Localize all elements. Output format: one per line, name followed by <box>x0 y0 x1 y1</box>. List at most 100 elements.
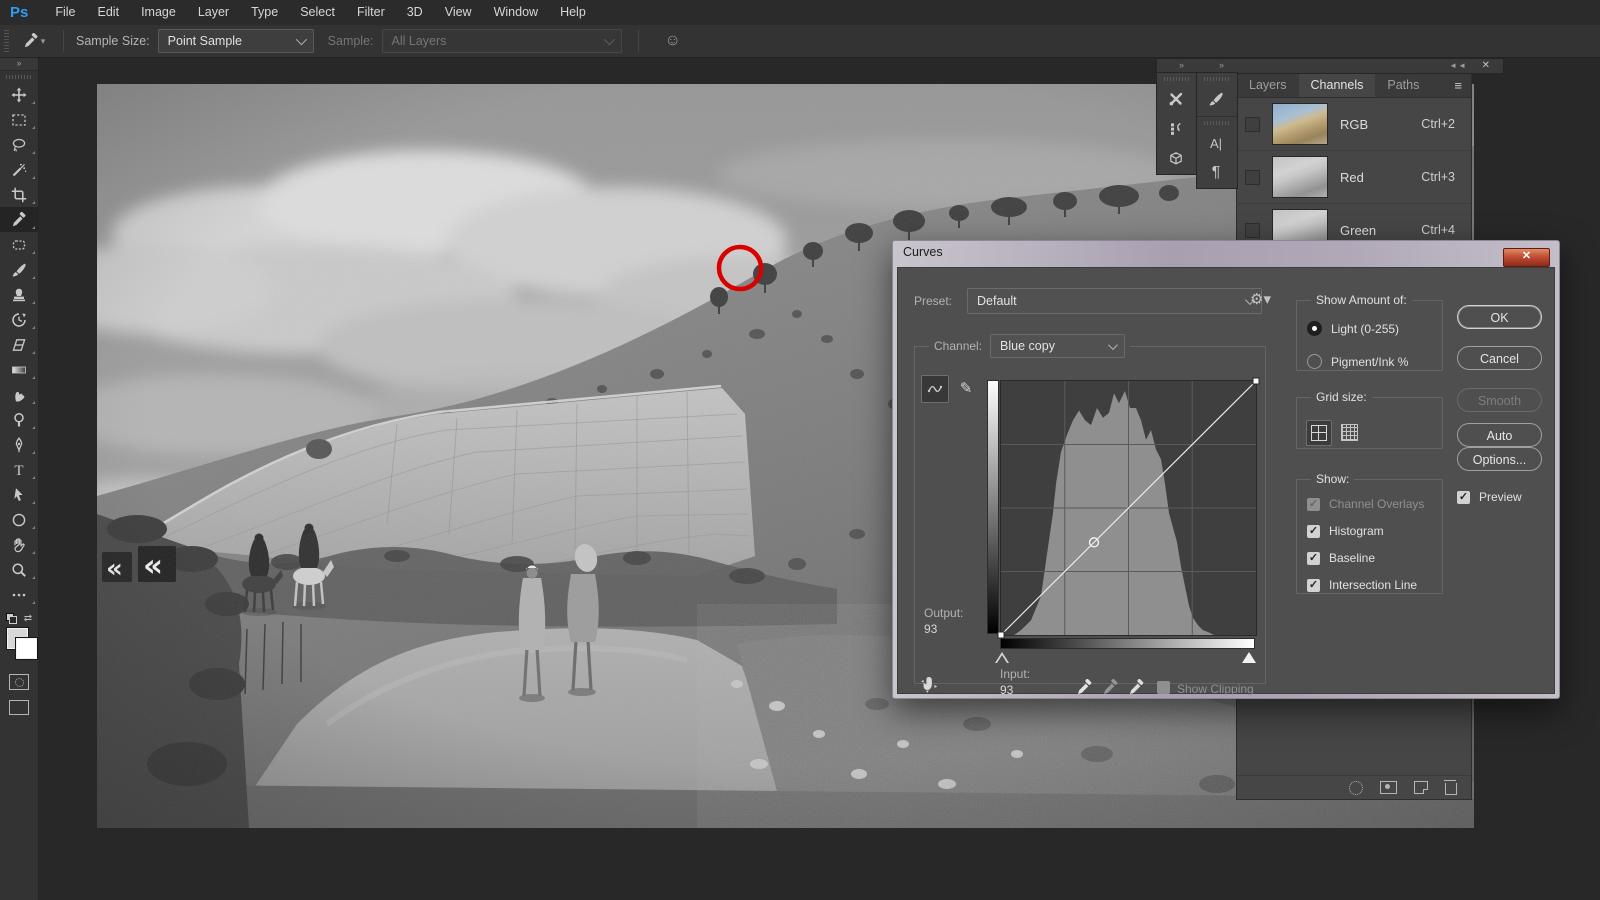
magic-wand-tool[interactable] <box>0 157 38 182</box>
tab-layers[interactable]: Layers <box>1237 73 1299 97</box>
channel-visibility-box[interactable] <box>1245 117 1260 132</box>
load-channel-as-selection-icon[interactable] <box>1349 781 1363 795</box>
channel-visibility-box[interactable] <box>1245 170 1260 185</box>
white-point-eyedropper-icon[interactable] <box>1128 679 1145 696</box>
collapse-panels-button[interactable]: ◄◄ <box>1449 59 1467 72</box>
sample-size-dropdown[interactable]: Point Sample <box>158 29 314 53</box>
smooth-button[interactable]: Smooth <box>1457 388 1542 412</box>
screen-mode-button[interactable] <box>9 700 29 715</box>
channel-row[interactable]: RGB Ctrl+2 <box>1237 98 1471 151</box>
preset-dropdown[interactable]: Default <box>967 288 1262 314</box>
detailed-grid-button[interactable] <box>1340 423 1358 441</box>
output-value: 93 <box>924 622 937 636</box>
menu-edit[interactable]: Edit <box>87 0 131 25</box>
more-tools[interactable] <box>0 582 38 607</box>
options-button[interactable]: Options... <box>1457 447 1542 471</box>
tab-paths[interactable]: Paths <box>1375 73 1431 97</box>
ok-button[interactable]: OK <box>1457 305 1542 329</box>
toolbar-expand-button[interactable]: » <box>0 57 38 71</box>
dock2-expand-button[interactable]: » <box>1219 59 1225 72</box>
checkbox-histogram[interactable] <box>1307 525 1320 538</box>
dodge-tool[interactable] <box>0 407 38 432</box>
create-new-channel-icon[interactable] <box>1414 781 1428 794</box>
actions-panel-icon[interactable] <box>1157 114 1195 144</box>
crop-tool[interactable] <box>0 182 38 207</box>
checkbox-intersection-line[interactable] <box>1307 579 1320 592</box>
dialog-close-button[interactable]: ✕ <box>1503 248 1550 267</box>
tool-presets-panel-icon[interactable] <box>1157 84 1195 114</box>
channel-row[interactable]: Red Ctrl+3 <box>1237 151 1471 204</box>
brush-tool[interactable] <box>0 257 38 282</box>
history-brush-tool[interactable] <box>0 307 38 332</box>
cancel-button[interactable]: Cancel <box>1457 346 1542 370</box>
targeted-adjustment-icon[interactable] <box>920 674 939 693</box>
paragraph-panel-icon[interactable]: ¶ <box>1197 158 1235 188</box>
radio-pigment-ink[interactable] <box>1307 354 1322 369</box>
gray-point-eyedropper-icon[interactable] <box>1102 679 1119 696</box>
menu-select[interactable]: Select <box>289 0 346 25</box>
panel-menu-icon[interactable]: ≡ <box>1454 78 1461 93</box>
dialog-buttons: OK Cancel Smooth AutoOptions... <box>1457 294 1542 471</box>
default-colors-icon[interactable] <box>6 613 16 623</box>
3d-panel-icon[interactable] <box>1157 144 1195 174</box>
pen-tool[interactable] <box>0 432 38 457</box>
menu-image[interactable]: Image <box>130 0 187 25</box>
background-color-swatch[interactable] <box>16 638 37 659</box>
checkbox-baseline[interactable] <box>1307 552 1320 565</box>
channel-dropdown[interactable]: Blue copy <box>990 334 1125 358</box>
close-panel-button[interactable]: ✕ <box>1482 59 1491 72</box>
save-selection-as-channel-icon[interactable] <box>1380 781 1397 794</box>
clone-stamp-tool[interactable] <box>0 282 38 307</box>
rectangular-marquee-tool[interactable] <box>0 107 38 132</box>
channel-shortcut: Ctrl+2 <box>1421 117 1455 131</box>
eyedropper-tool[interactable] <box>0 207 38 232</box>
ellipse-tool[interactable] <box>0 507 38 532</box>
quick-mask-button[interactable] <box>9 674 29 690</box>
menu-file[interactable]: File <box>44 0 86 25</box>
menu-view[interactable]: View <box>434 0 483 25</box>
eraser-tool[interactable] <box>0 332 38 357</box>
icon-dock-1 <box>1156 72 1198 175</box>
gradient-tool[interactable] <box>0 357 38 382</box>
black-point-eyedropper-icon[interactable] <box>1076 679 1093 696</box>
active-tool-button[interactable]: ▾ <box>17 28 51 54</box>
character-panel-icon[interactable]: A| <box>1197 128 1235 158</box>
hand-tool[interactable] <box>0 532 38 557</box>
swap-colors-icon[interactable]: ⇄ <box>24 613 32 624</box>
black-point-slider[interactable] <box>995 652 1009 663</box>
curve-grid[interactable] <box>1000 380 1257 636</box>
menu-layer[interactable]: Layer <box>187 0 240 25</box>
path-selection-tool[interactable] <box>0 482 38 507</box>
healing-brush-tool[interactable] <box>0 232 38 257</box>
menu-window[interactable]: Window <box>483 0 549 25</box>
menu-filter[interactable]: Filter <box>346 0 396 25</box>
auto-button[interactable]: Auto <box>1457 423 1542 447</box>
checkbox-channel-overlays[interactable] <box>1307 498 1320 511</box>
smudge-tool[interactable] <box>0 382 38 407</box>
zoom-tool[interactable] <box>0 557 38 582</box>
menu-3d[interactable]: 3D <box>396 0 434 25</box>
draw-curve-pencil-button[interactable]: ✎ <box>953 375 979 401</box>
simple-grid-button[interactable] <box>1306 420 1332 446</box>
menu-help[interactable]: Help <box>549 0 597 25</box>
lasso-tool[interactable] <box>0 132 38 157</box>
tool-options-bar: ▾ Sample Size: Point Sample Sample: All … <box>0 25 1600 58</box>
move-tool[interactable] <box>0 82 38 107</box>
toolbar-grip[interactable] <box>6 75 32 79</box>
dock1-expand-button[interactable]: » <box>1179 59 1185 72</box>
edit-points-mode-button[interactable] <box>921 375 949 403</box>
radio-light[interactable] <box>1307 321 1322 336</box>
delete-channel-icon[interactable] <box>1445 783 1457 795</box>
checkbox-preview[interactable] <box>1457 491 1470 504</box>
dialog-title[interactable]: Curves <box>903 245 943 259</box>
type-tool[interactable] <box>0 457 38 482</box>
brush-settings-panel-icon[interactable] <box>1197 84 1235 114</box>
menu-type[interactable]: Type <box>240 0 289 25</box>
checkbox-show-clipping <box>1157 681 1170 694</box>
sample-dropdown: All Layers <box>382 29 622 53</box>
channel-visibility-box[interactable] <box>1245 223 1260 238</box>
sampling-ring-icon[interactable]: ☺ <box>665 32 681 50</box>
tab-channels[interactable]: Channels <box>1299 73 1376 97</box>
preset-options-gear-icon[interactable]: ⚙▾ <box>1250 290 1271 308</box>
white-point-slider[interactable] <box>1242 652 1256 663</box>
